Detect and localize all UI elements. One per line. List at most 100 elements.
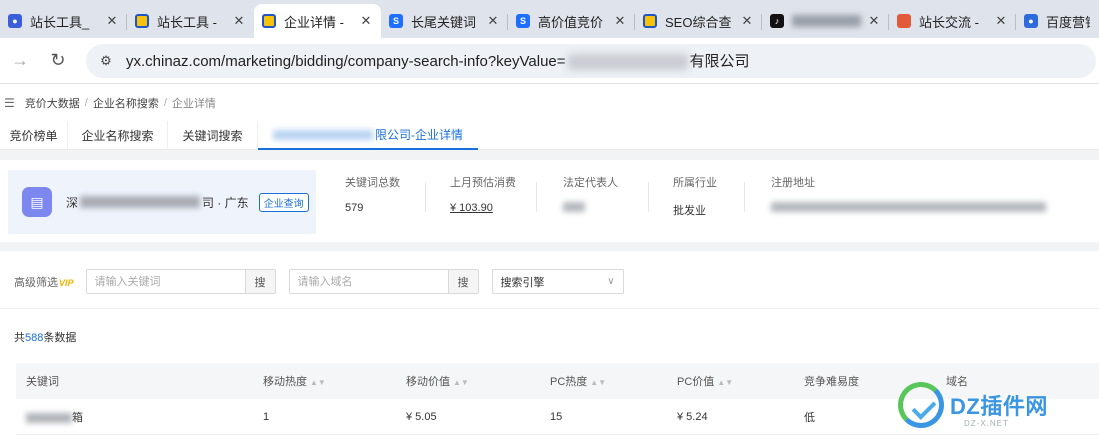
domain-search-button[interactable]: 搜: [447, 270, 478, 293]
col-difficulty: 竞争难易度: [804, 376, 859, 388]
url-prefix: yx.chinaz.com/marketing/bidding/company-…: [126, 53, 566, 70]
breadcrumb-item[interactable]: 竞价大数据: [25, 95, 80, 111]
stat-industry: 所属行业 批发业: [673, 174, 717, 224]
redacted-text: [80, 196, 201, 208]
s-icon: S: [389, 14, 403, 28]
keyword-search-button[interactable]: 搜: [244, 270, 275, 293]
cell-pc-value: ¥ 5.24: [677, 410, 708, 423]
company-name-prefix: 深: [66, 195, 79, 210]
filter-label: 高级筛选VIP: [14, 274, 74, 290]
baidu-icon: ●: [1024, 14, 1038, 28]
domain-input[interactable]: [289, 270, 448, 293]
company-name: 深 司 · 广东 企业查询: [66, 192, 309, 212]
address-bar[interactable]: ⚙ yx.chinaz.com/marketing/bidding/compan…: [86, 43, 1096, 78]
watermark-text: DZ插件网: [950, 394, 1048, 419]
stat-value: [563, 202, 618, 215]
url-text: yx.chinaz.com/marketing/bidding/company-…: [126, 50, 750, 71]
search-engine-select[interactable]: 搜索引擎 ∨: [491, 269, 624, 294]
tab-keyword-search[interactable]: 关键词搜索: [168, 121, 258, 150]
company-region: 司 · 广东: [202, 195, 249, 210]
sub-tab-bar: 竞价榜单 企业名称搜索 关键词搜索 限公司-企业详情: [0, 121, 1099, 150]
filter-bar: 高级筛选VIP 搜 搜 搜索引擎 ∨: [14, 269, 624, 294]
tab-title: 高价值竞价: [538, 14, 604, 30]
browser-toolbar: → ↻ ⚙ yx.chinaz.com/marketing/bidding/co…: [0, 38, 1099, 84]
stat-value: 579: [345, 202, 364, 214]
chinaz-icon: [135, 14, 149, 28]
stat-keyword-total: 关键词总数 579: [345, 174, 400, 224]
browser-tab-4[interactable]: S 长尾关键词 ✕: [381, 4, 508, 38]
keyword-input[interactable]: [86, 270, 245, 293]
stat-label: 所属行业: [673, 177, 717, 189]
col-mobile-heat[interactable]: 移动热度 ▲▼: [263, 373, 326, 389]
forward-icon[interactable]: →: [2, 43, 38, 79]
stat-label: 注册地址: [771, 177, 815, 189]
tab-bidding-rank[interactable]: 竞价榜单: [0, 121, 68, 150]
sort-icon[interactable]: ▲▼: [590, 378, 606, 387]
cell-keyword[interactable]: 箱: [26, 409, 83, 425]
paw-icon: ●: [8, 14, 22, 28]
close-icon[interactable]: ✕: [105, 13, 119, 29]
browser-tab-6[interactable]: SEO综合查 ✕: [635, 4, 762, 38]
col-mobile-value[interactable]: 移动价值 ▲▼: [406, 373, 469, 389]
sort-icon[interactable]: ▲▼: [310, 378, 326, 387]
tab-title: 企业详情 -: [284, 14, 344, 30]
browser-tab-1[interactable]: ● 站长工具_ ✕: [0, 4, 127, 38]
sort-icon[interactable]: ▲▼: [717, 378, 733, 387]
cell-mobile-heat: 1: [263, 410, 270, 423]
browser-tab-2[interactable]: 站长工具 - ✕: [127, 4, 254, 38]
filter-label-text: 高级筛选: [14, 276, 58, 289]
stat-value: 批发业: [673, 205, 706, 217]
close-icon[interactable]: ✕: [867, 13, 881, 29]
company-summary-card: ▤ 深 司 · 广东 企业查询 关键词总数 579 上月预估消费 ¥ 103.90…: [0, 160, 1099, 242]
col-pc-value[interactable]: PC价值 ▲▼: [677, 373, 733, 389]
s-icon: S: [516, 14, 530, 28]
menu-collapse-icon[interactable]: ☰: [4, 96, 15, 110]
redacted-text: [771, 202, 1046, 212]
tiktok-icon: ♪: [770, 14, 784, 28]
col-pc-heat[interactable]: PC热度 ▲▼: [550, 373, 606, 389]
stat-legal-representative: 法定代表人: [563, 174, 618, 224]
chat-icon: [897, 14, 911, 28]
tab-title: SEO综合查: [665, 14, 732, 30]
site-info-icon[interactable]: ⚙: [96, 51, 116, 71]
close-icon[interactable]: ✕: [994, 13, 1008, 29]
tab-company-detail[interactable]: 限公司-企业详情: [258, 121, 478, 150]
browser-tab-5[interactable]: S 高价值竞价 ✕: [508, 4, 635, 38]
stat-last-month-spend: 上月预估消费 ¥ 103.90: [450, 174, 516, 224]
browser-tab-strip: ● 站长工具_ ✕ 站长工具 - ✕ 企业详情 - ✕ S 长尾关键词 ✕ S …: [0, 0, 1099, 38]
tab-company-detail-label: 限公司-企业详情: [375, 128, 463, 142]
url-suffix: 有限公司: [689, 53, 750, 70]
browser-tab-7[interactable]: ♪ ✕: [762, 4, 889, 38]
sort-icon[interactable]: ▲▼: [453, 378, 469, 387]
dz-logo-icon: [898, 382, 944, 428]
vip-badge: VIP: [59, 277, 74, 288]
close-icon[interactable]: ✕: [232, 13, 246, 29]
close-icon[interactable]: ✕: [740, 13, 754, 29]
browser-tab-3-active[interactable]: 企业详情 - ✕: [254, 4, 381, 38]
domain-search-box: 搜: [288, 269, 479, 294]
stat-label: 法定代表人: [563, 177, 618, 189]
chinaz-icon: [643, 14, 657, 28]
browser-tab-8[interactable]: 站长交流 - ✕: [889, 4, 1016, 38]
divider: [0, 308, 1099, 309]
breadcrumb-item-current: 企业详情: [171, 98, 216, 110]
company-query-button[interactable]: 企业查询: [258, 192, 309, 212]
tab-title: 站长工具 -: [157, 14, 217, 30]
close-icon[interactable]: ✕: [613, 13, 627, 29]
chevron-down-icon: ∨: [607, 276, 615, 287]
browser-tab-9[interactable]: ● 百度营销 -: [1016, 4, 1098, 38]
close-icon[interactable]: ✕: [359, 13, 373, 29]
redacted-text: [563, 202, 585, 212]
breadcrumb-item[interactable]: 企业名称搜索: [93, 95, 159, 111]
tab-title: 站长交流 -: [919, 14, 979, 30]
cell-mobile-value: ¥ 5.05: [406, 410, 437, 423]
stat-label: 上月预估消费: [450, 177, 516, 189]
reload-icon[interactable]: ↻: [40, 43, 76, 79]
close-icon[interactable]: ✕: [486, 13, 500, 29]
tab-title: [792, 15, 861, 27]
stat-registered-address: 注册地址: [771, 174, 1046, 224]
stat-value[interactable]: ¥ 103.90: [450, 202, 516, 214]
tab-company-search[interactable]: 企业名称搜索: [68, 121, 168, 150]
url-redacted: [567, 54, 688, 71]
watermark-logo: DZ插件网 DZ-X.NET: [898, 379, 1098, 431]
